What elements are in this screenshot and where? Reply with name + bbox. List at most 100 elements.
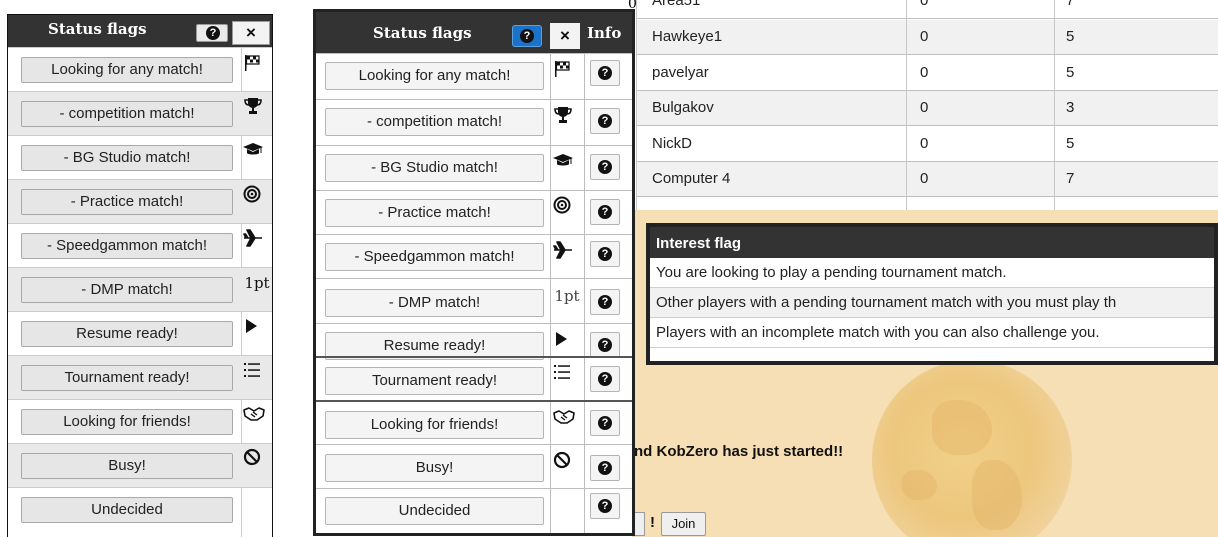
- panel-header: Status flags ? ×: [8, 15, 272, 47]
- player-name: pavelyar: [652, 64, 709, 81]
- play-icon: [553, 331, 581, 347]
- info-button[interactable]: ?: [590, 410, 620, 436]
- table-row[interactable]: Hawkeye1 0 5: [636, 20, 1218, 55]
- status-row: - DMP match! 1pt ?: [316, 278, 632, 322]
- status-button[interactable]: - Speedgammon match!: [325, 243, 544, 271]
- info-column-header: Info: [587, 24, 622, 42]
- panel-header: Status flags ? × Info: [316, 12, 632, 53]
- info-button[interactable]: ?: [590, 241, 620, 267]
- status-button[interactable]: - DMP match!: [21, 277, 233, 303]
- player-name: Bulgakov: [652, 99, 714, 116]
- question-circle-icon: ?: [598, 66, 612, 80]
- table-row[interactable]: Computer 4 0 7: [636, 162, 1218, 197]
- status-button[interactable]: Looking for any match!: [21, 57, 233, 83]
- status-row: - Practice match! ?: [316, 190, 632, 234]
- info-button[interactable]: ?: [590, 455, 620, 481]
- table-row[interactable]: Area51 0 7: [636, 0, 1218, 19]
- question-circle-icon: ?: [598, 247, 612, 261]
- status-button[interactable]: - competition match!: [21, 101, 233, 127]
- player-name: Area51: [652, 0, 701, 9]
- player-col2: 0: [920, 0, 929, 9]
- panel-title: Status flags: [373, 24, 472, 42]
- info-button[interactable]: ?: [590, 332, 620, 358]
- interest-flag-tooltip: Interest flag You are looking to play a …: [646, 223, 1218, 365]
- status-row: Resume ready!: [8, 311, 272, 355]
- info-button[interactable]: ?: [590, 108, 620, 134]
- status-button[interactable]: - BG Studio match!: [325, 154, 544, 182]
- player-col3: 5: [1066, 64, 1075, 81]
- status-button[interactable]: Resume ready!: [21, 321, 233, 347]
- trophy-icon: [243, 96, 271, 116]
- checkered-flag-icon: [553, 60, 581, 78]
- help-button[interactable]: ?: [512, 25, 542, 47]
- question-circle-icon: ?: [598, 499, 612, 513]
- status-row: - BG Studio match!: [8, 135, 272, 179]
- table-row[interactable]: NickD 0 5: [636, 127, 1218, 162]
- question-circle-icon: ?: [598, 114, 612, 128]
- interest-flag-title: Interest flag: [650, 227, 1214, 258]
- status-row: - Speedgammon match!: [8, 223, 272, 267]
- status-button[interactable]: - Speedgammon match!: [21, 233, 233, 259]
- info-button[interactable]: ?: [590, 366, 620, 392]
- status-row: Looking for friends!: [8, 399, 272, 443]
- info-button[interactable]: ?: [590, 289, 620, 315]
- ban-icon: [553, 451, 581, 469]
- player-name: Computer 4: [652, 170, 731, 187]
- status-button[interactable]: - BG Studio match!: [21, 145, 233, 171]
- status-row: Looking for any match!: [8, 47, 272, 91]
- status-button[interactable]: Busy!: [21, 453, 233, 479]
- close-button[interactable]: ×: [232, 21, 270, 45]
- question-circle-icon: ?: [520, 29, 534, 43]
- status-button[interactable]: Tournament ready!: [325, 367, 544, 395]
- status-button[interactable]: - Practice match!: [21, 189, 233, 215]
- question-circle-icon: ?: [598, 160, 612, 174]
- player-col2: 0: [920, 170, 929, 187]
- status-flags-panel-left: Status flags ? × Looking for any match! …: [7, 14, 273, 537]
- status-button[interactable]: Tournament ready!: [21, 365, 233, 391]
- handshake-icon: [243, 406, 271, 422]
- question-circle-icon: ?: [206, 26, 220, 40]
- status-row: Looking for any match! ?: [316, 53, 632, 97]
- info-button[interactable]: ?: [590, 199, 620, 225]
- player-col2: 0: [920, 99, 929, 116]
- interest-flag-line: Players with an incomplete match with yo…: [650, 318, 1214, 348]
- status-row: Tournament ready! ?: [316, 356, 632, 400]
- status-row: - DMP match! 1pt: [8, 267, 272, 311]
- status-flags-panel-main: Status flags ? × Info Looking for any ma…: [313, 9, 635, 536]
- status-row: Busy!: [8, 443, 272, 487]
- status-row: Busy! ?: [316, 444, 632, 488]
- info-button[interactable]: ?: [590, 493, 620, 519]
- exclamation-text: !: [650, 514, 655, 531]
- status-button[interactable]: Undecided: [21, 497, 233, 523]
- player-col3: 7: [1066, 170, 1075, 187]
- status-button[interactable]: Looking for friends!: [325, 411, 544, 439]
- status-row: - BG Studio match! ?: [316, 145, 632, 189]
- status-button[interactable]: - DMP match!: [325, 289, 544, 317]
- status-row: Undecided: [8, 487, 272, 531]
- plane-icon: [243, 229, 271, 247]
- status-row: Looking for friends! ?: [316, 400, 632, 444]
- info-button[interactable]: ?: [590, 154, 620, 180]
- player-col2: 0: [920, 64, 929, 81]
- status-row: Undecided ?: [316, 488, 632, 532]
- status-row: - Practice match!: [8, 179, 272, 223]
- ban-icon: [243, 448, 271, 466]
- help-button[interactable]: ?: [196, 24, 228, 42]
- plane-icon: [553, 241, 581, 259]
- status-button[interactable]: - Practice match!: [325, 199, 544, 227]
- list-icon: [553, 364, 581, 380]
- screenshot-stage: Area51 0 7 Hawkeye1 0 5 pavelyar 0 5 Bul…: [0, 0, 1218, 537]
- status-button[interactable]: - competition match!: [325, 108, 544, 136]
- status-button[interactable]: Busy!: [325, 454, 544, 482]
- join-button[interactable]: Join: [661, 512, 706, 536]
- status-button[interactable]: Looking for any match!: [325, 62, 544, 90]
- table-row[interactable]: pavelyar 0 5: [636, 56, 1218, 91]
- status-button[interactable]: Undecided: [325, 497, 544, 525]
- close-button[interactable]: ×: [550, 23, 580, 49]
- table-row[interactable]: Bulgakov 0 3: [636, 91, 1218, 126]
- status-row: Tournament ready!: [8, 355, 272, 399]
- status-row: - competition match!: [8, 91, 272, 135]
- status-button[interactable]: Looking for friends!: [21, 409, 233, 435]
- target-icon: [553, 196, 581, 214]
- info-button[interactable]: ?: [590, 60, 620, 86]
